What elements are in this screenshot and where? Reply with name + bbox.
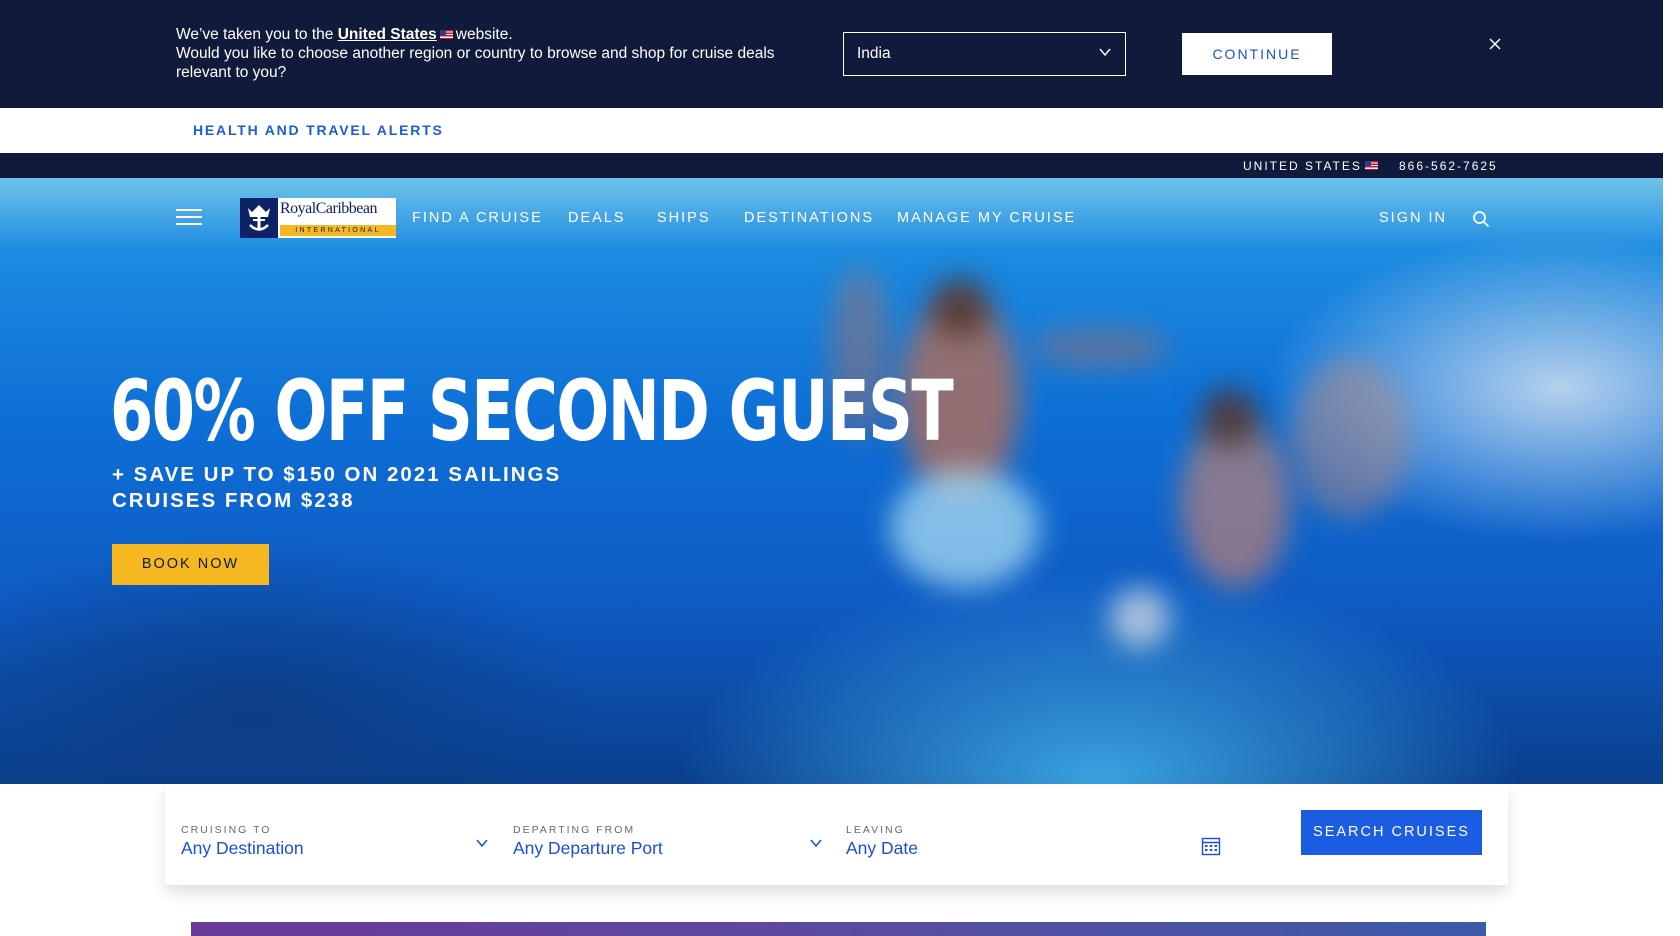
nav-deals[interactable]: DEALS xyxy=(568,210,626,226)
alerts-strip: HEALTH AND TRAVEL ALERTS xyxy=(0,108,1663,153)
nav-find-a-cruise[interactable]: FIND A CRUISE xyxy=(412,210,543,226)
region-link-united-states[interactable]: United States xyxy=(338,26,437,43)
hero-subtitle: + SAVE UP TO $150 ON 2021 SAILINGS CRUIS… xyxy=(112,462,561,514)
us-flag-icon xyxy=(439,30,453,40)
hero-banner: 60% OFF SECOND GUEST + SAVE UP TO $150 O… xyxy=(0,178,1663,784)
calendar-icon[interactable] xyxy=(1201,836,1221,856)
nav-destinations[interactable]: DESTINATIONS xyxy=(744,210,874,226)
royal-caribbean-logo[interactable]: RoyalCaribbean INTERNATIONAL xyxy=(240,198,396,238)
hero-subtitle-line2: CRUISES FROM $238 xyxy=(112,489,355,512)
crown-anchor-icon xyxy=(240,198,278,238)
destination-value: Any Destination xyxy=(181,838,304,858)
leaving-date-label: LEAVING xyxy=(846,824,905,836)
close-icon[interactable] xyxy=(1488,37,1502,51)
hero-title: 60% OFF SECOND GUEST xyxy=(110,362,954,460)
hero-image-figure xyxy=(1110,588,1170,648)
hero-image-figure xyxy=(1290,358,1410,518)
country-selector[interactable]: UNITED STATES xyxy=(1243,159,1362,173)
sign-in-link[interactable]: SIGN IN xyxy=(1379,210,1447,226)
region-message-prefix: We’ve taken you to the xyxy=(176,26,334,43)
nav-ships[interactable]: SHIPS xyxy=(657,210,711,226)
leaving-date-value: Any Date xyxy=(846,838,918,858)
departure-port-value: Any Departure Port xyxy=(513,838,663,858)
cruise-search-panel: CRUISING TO Any Destination DEPARTING FR… xyxy=(165,784,1508,885)
hero-image-figure xyxy=(1200,388,1260,448)
hero-image-figure xyxy=(1030,328,1170,368)
region-message-question: Would you like to choose another region … xyxy=(176,45,775,81)
region-select-value: India xyxy=(857,45,891,62)
hero-subtitle-line1: + SAVE UP TO $150 ON 2021 SAILINGS xyxy=(112,463,562,486)
region-message: We’ve taken you to the United States webs… xyxy=(176,25,816,82)
phone-number[interactable]: 866-562-7625 xyxy=(1399,159,1498,173)
region-banner: We’ve taken you to the United States webs… xyxy=(0,0,1663,108)
logo-subtext: INTERNATIONAL xyxy=(280,225,396,236)
nav-manage-my-cruise[interactable]: MANAGE MY CRUISE xyxy=(897,210,1076,226)
menu-icon[interactable] xyxy=(176,208,202,226)
region-select[interactable]: India xyxy=(843,32,1126,76)
chevron-down-icon[interactable] xyxy=(809,836,823,850)
book-now-button[interactable]: BOOK NOW xyxy=(112,544,269,585)
hero-image-figure xyxy=(930,278,990,338)
search-cruises-button[interactable]: SEARCH CRUISES xyxy=(1301,810,1482,855)
promo-banner xyxy=(191,922,1486,936)
departure-port-label: DEPARTING FROM xyxy=(513,824,636,836)
hero-image-figure xyxy=(890,468,1040,588)
destination-label: CRUISING TO xyxy=(181,824,272,836)
utility-bar: UNITED STATES 866-562-7625 xyxy=(0,153,1663,178)
chevron-down-icon[interactable] xyxy=(475,836,489,850)
chevron-down-icon xyxy=(1099,48,1111,57)
search-icon[interactable] xyxy=(1472,210,1490,228)
logo-wordmark: RoyalCaribbean xyxy=(280,200,377,217)
region-message-suffix: website. xyxy=(455,26,513,43)
us-flag-icon xyxy=(1365,161,1378,170)
continue-button[interactable]: CONTINUE xyxy=(1182,33,1332,75)
health-travel-alerts-link[interactable]: HEALTH AND TRAVEL ALERTS xyxy=(193,122,444,138)
